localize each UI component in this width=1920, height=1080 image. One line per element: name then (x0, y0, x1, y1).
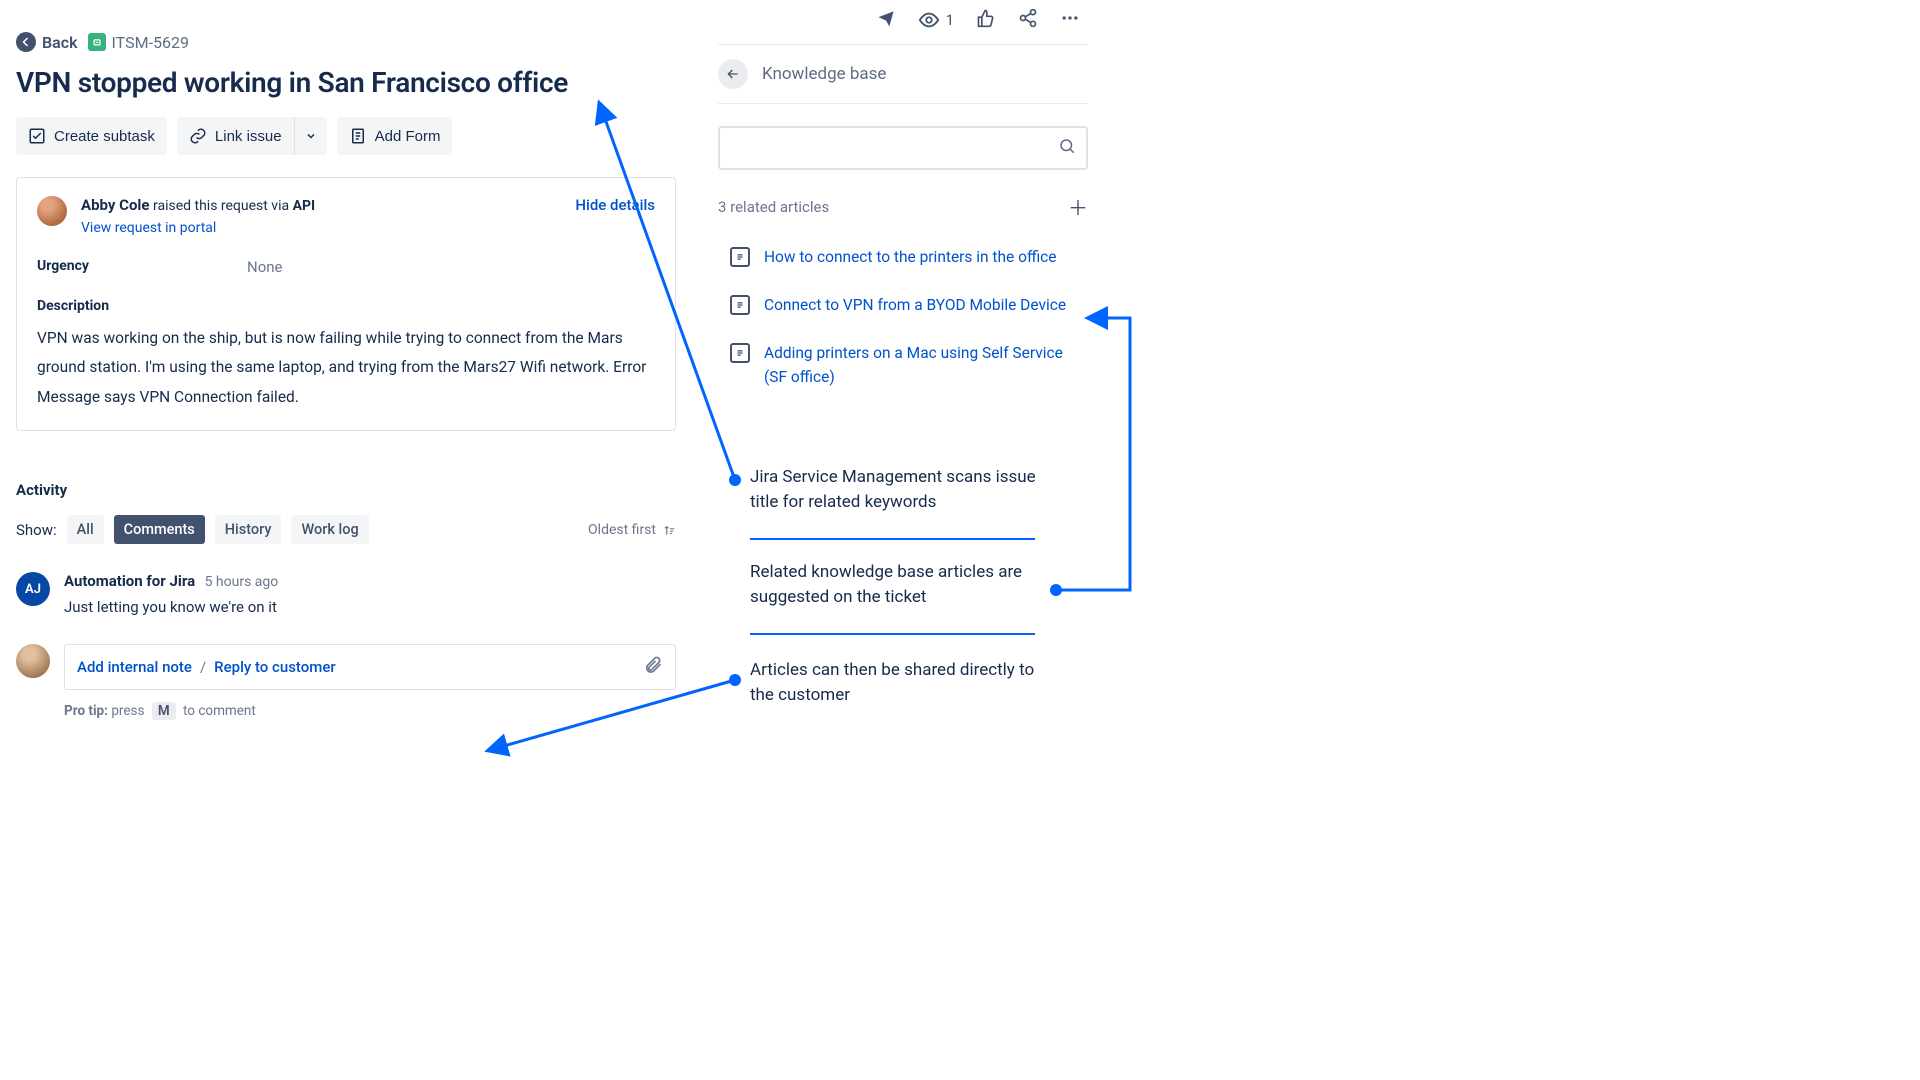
activity-header: Activity (16, 481, 676, 499)
attachment-icon[interactable] (643, 655, 663, 679)
callout-1: Jira Service Management scans issue titl… (750, 465, 1040, 514)
article-icon (730, 295, 750, 315)
issue-title: VPN stopped working in San Francisco off… (16, 66, 676, 99)
callout-divider (750, 633, 1035, 635)
related-articles-label: 3 related articles (718, 198, 829, 216)
article-item[interactable]: Connect to VPN from a BYOD Mobile Device (718, 293, 1088, 317)
view-in-portal-link[interactable]: View request in portal (81, 220, 216, 236)
sort-label: Oldest first (588, 522, 656, 538)
article-item[interactable]: How to connect to the printers in the of… (718, 245, 1088, 269)
kb-search-box[interactable] (718, 126, 1088, 170)
sort-icon (662, 523, 676, 537)
link-issue-button[interactable]: Link issue (177, 117, 294, 155)
tab-all[interactable]: All (67, 515, 104, 544)
requester-avatar (37, 196, 67, 226)
reply-separator: / (192, 658, 214, 676)
current-user-avatar (16, 644, 50, 678)
eye-icon (918, 9, 940, 31)
callout-2: Related knowledge base articles are sugg… (750, 560, 1040, 609)
add-form-button[interactable]: Add Form (337, 117, 453, 155)
watch-button[interactable]: 1 (918, 9, 954, 31)
protip-press: press (111, 703, 144, 719)
protip-rest: to comment (183, 703, 256, 719)
more-actions-icon[interactable] (1060, 8, 1080, 32)
back-label: Back (42, 33, 78, 52)
article-link-2[interactable]: Connect to VPN from a BYOD Mobile Device (764, 293, 1066, 317)
urgency-label: Urgency (37, 258, 247, 276)
share-icon[interactable] (1018, 8, 1038, 32)
urgency-value: None (247, 258, 283, 276)
reply-box[interactable]: Add internal note / Reply to customer (64, 644, 676, 690)
protip-key: M (152, 702, 176, 720)
comment-body: Just letting you know we're on it (64, 598, 278, 616)
callout-divider (750, 538, 1035, 540)
article-item[interactable]: Adding printers on a Mac using Self Serv… (718, 341, 1088, 389)
link-issue-label: Link issue (215, 128, 282, 145)
reply-to-customer-link[interactable]: Reply to customer (214, 658, 336, 676)
comment-time: 5 hours ago (205, 574, 279, 590)
feedback-icon[interactable] (876, 8, 896, 32)
issue-key-text: ITSM-5629 (112, 33, 189, 52)
back-link[interactable]: Back (16, 32, 78, 52)
raised-via-channel: API (293, 198, 316, 214)
kb-title: Knowledge base (762, 64, 886, 84)
comment-avatar: AJ (16, 572, 50, 606)
kb-back-button[interactable] (718, 59, 748, 89)
requester-name: Abby Cole (81, 196, 150, 214)
article-link-3[interactable]: Adding printers on a Mac using Self Serv… (764, 341, 1088, 389)
back-arrow-icon (16, 32, 36, 52)
article-link-1[interactable]: How to connect to the printers in the of… (764, 245, 1057, 269)
tab-comments[interactable]: Comments (114, 515, 205, 544)
comment-author: Automation for Jira (64, 572, 195, 590)
tab-history[interactable]: History (215, 515, 282, 544)
add-form-label: Add Form (375, 128, 441, 145)
callout-3: Articles can then be shared directly to … (750, 658, 1040, 707)
raised-via-text: raised this request via (150, 198, 293, 214)
watch-count: 1 (946, 11, 954, 29)
vote-icon[interactable] (976, 8, 996, 32)
description-body: VPN was working on the ship, but is now … (37, 324, 655, 412)
link-issue-dropdown[interactable] (294, 117, 327, 155)
hide-details-link[interactable]: Hide details (575, 196, 655, 214)
create-subtask-label: Create subtask (54, 128, 155, 145)
issue-key-link[interactable]: ITSM-5629 (88, 33, 189, 52)
activity-show-label: Show: (16, 521, 57, 539)
protip-label: Pro tip: (64, 703, 108, 719)
protip: Pro tip: press M to comment (64, 702, 676, 720)
add-article-button[interactable]: ＋ (1068, 192, 1088, 221)
details-card: Abby Cole raised this request via API Vi… (16, 177, 676, 431)
search-icon (1058, 137, 1076, 159)
add-internal-note-link[interactable]: Add internal note (77, 658, 192, 676)
tab-worklog[interactable]: Work log (291, 515, 368, 544)
kb-search-input[interactable] (730, 140, 1058, 157)
issue-type-icon (88, 33, 106, 51)
article-icon (730, 247, 750, 267)
arrow-left-icon (725, 66, 741, 82)
article-icon (730, 343, 750, 363)
description-label: Description (37, 298, 655, 314)
chevron-down-icon (305, 130, 317, 142)
create-subtask-button[interactable]: Create subtask (16, 117, 167, 155)
sort-oldest-first[interactable]: Oldest first (588, 522, 676, 538)
